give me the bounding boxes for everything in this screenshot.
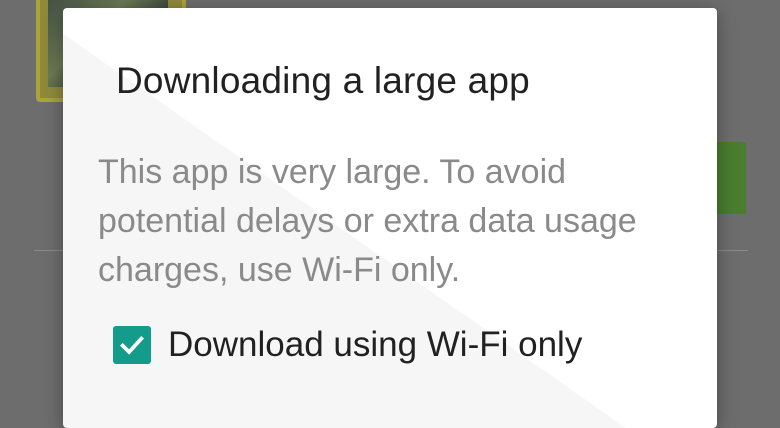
checkmark-icon [120,335,144,355]
wifi-only-label: Download using Wi-Fi only [168,325,583,364]
divider [34,250,64,251]
dialog-message: This app is very large. To avoid potenti… [98,153,637,289]
wifi-only-checkbox[interactable] [113,326,151,364]
large-app-dialog: Downloading a large app This app is very… [63,8,717,428]
wifi-only-checkbox-row[interactable]: Download using Wi-Fi only [113,318,582,372]
divider [718,250,748,251]
install-button [712,142,746,214]
dialog-title: Downloading a large app [116,60,530,101]
